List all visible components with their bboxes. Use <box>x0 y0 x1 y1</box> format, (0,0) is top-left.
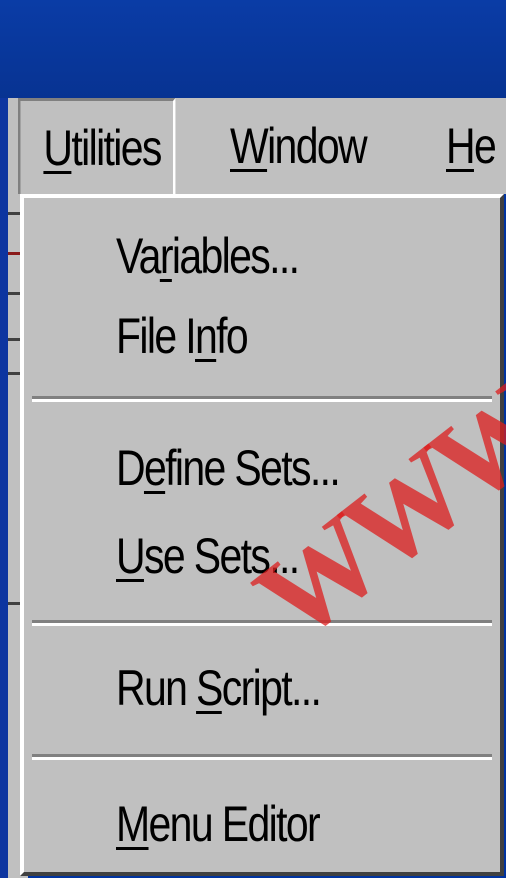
menu-item-run-script-mnemonic: S <box>196 660 223 716</box>
menu-bar: Utilities Window He <box>8 98 506 194</box>
menu-separator <box>32 396 492 402</box>
menu-item-file-info-mnemonic: n <box>195 308 218 364</box>
menu-item-use-sets-mnemonic: U <box>116 528 146 584</box>
menu-window[interactable]: Window <box>230 98 368 194</box>
menu-help-rest: e <box>473 118 497 174</box>
menu-item-menu-editor-mnemonic: M <box>116 796 150 852</box>
window-left-border <box>0 98 8 878</box>
menu-utilities-mnemonic: U <box>43 119 73 176</box>
menu-item-file-info[interactable]: File Info <box>116 306 249 366</box>
menu-item-define-sets-mnemonic: e <box>143 440 167 496</box>
menu-window-mnemonic: W <box>230 118 269 174</box>
menu-item-variables-prefix: Va <box>116 228 161 284</box>
menu-utilities[interactable]: Utilities <box>18 98 176 194</box>
menu-item-menu-editor[interactable]: Menu Editor <box>116 794 321 854</box>
menu-help[interactable]: He <box>446 98 497 194</box>
menu-item-define-sets-rest: fine Sets... <box>165 440 341 496</box>
menu-separator <box>32 620 492 626</box>
menu-item-run-script-rest: cript... <box>221 660 322 716</box>
menu-item-file-info-prefix: File I <box>116 308 197 364</box>
menu-item-run-script-prefix: Run <box>116 660 197 716</box>
menu-item-variables-rest: iables... <box>171 228 300 284</box>
menu-separator <box>32 754 492 760</box>
menu-item-menu-editor-rest: enu Editor <box>148 796 321 852</box>
menu-item-variables[interactable]: Variables... <box>116 226 300 286</box>
window-title-bar <box>0 0 506 98</box>
menu-item-file-info-rest: fo <box>216 308 249 364</box>
menu-utilities-rest: tilities <box>71 119 162 176</box>
menu-item-use-sets-rest: se Sets... <box>143 528 300 584</box>
menu-item-define-sets-prefix: D <box>116 440 146 496</box>
menu-help-mnemonic: H <box>446 118 476 174</box>
menu-item-variables-mnemonic: r <box>159 228 174 284</box>
menu-window-rest: indow <box>267 118 368 174</box>
menu-item-define-sets[interactable]: Define Sets... <box>116 438 341 498</box>
menu-item-run-script[interactable]: Run Script... <box>116 658 322 718</box>
menu-item-use-sets[interactable]: Use Sets... <box>116 526 300 586</box>
utilities-dropdown-menu: Variables... File Info Define Sets... Us… <box>20 194 504 876</box>
